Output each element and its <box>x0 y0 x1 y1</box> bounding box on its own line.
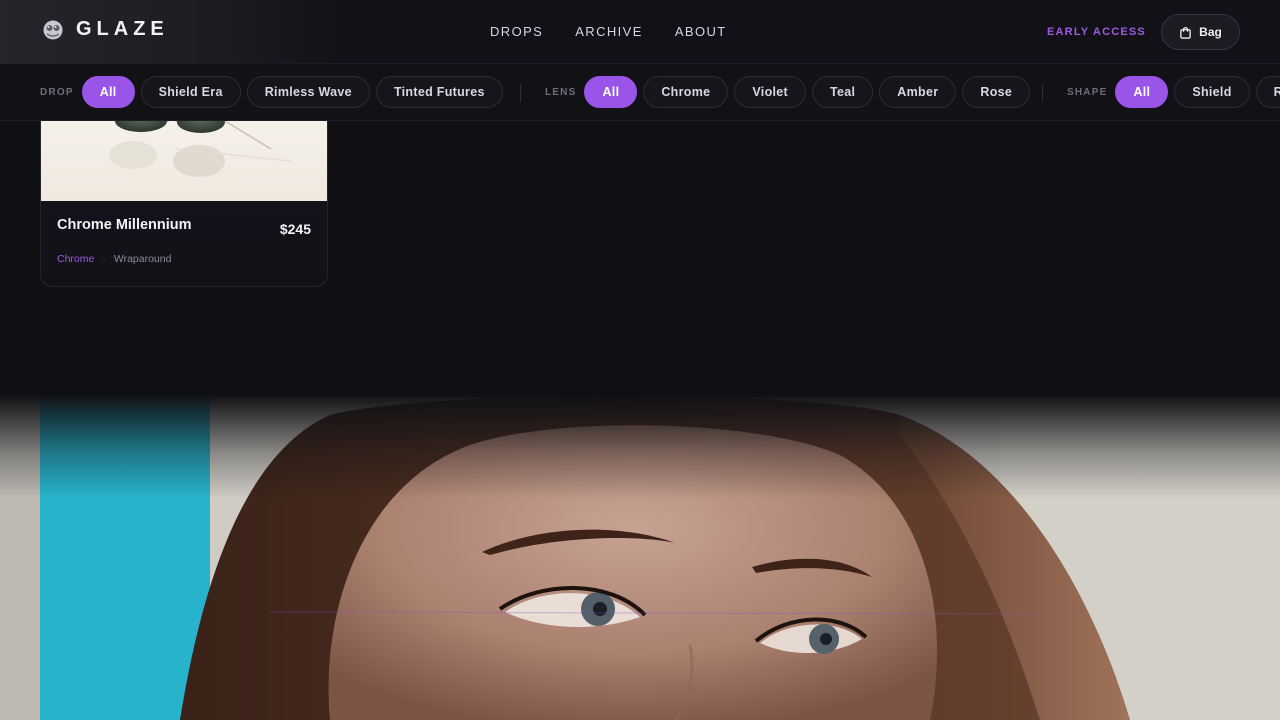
chip-drop-rimless-wave[interactable]: Rimless Wave <box>246 76 370 108</box>
bag-button[interactable]: Bag <box>1161 14 1240 50</box>
chip-lens-chrome[interactable]: Chrome <box>643 76 729 108</box>
chip-drop-all[interactable]: All <box>81 76 135 108</box>
nav-link-archive[interactable]: ARCHIVE <box>575 24 643 39</box>
nav-link-drops[interactable]: DROPS <box>490 24 543 39</box>
chip-shape-shield[interactable]: Shield <box>1174 76 1250 108</box>
product-lens-tag: Chrome <box>57 253 95 265</box>
chip-shape-partial[interactable]: Ri <box>1255 76 1280 108</box>
filter-group-lens: LENS All Chrome Violet Teal Amber Rose <box>545 76 1031 108</box>
filter-label-lens: LENS <box>545 86 577 98</box>
brand-logo-icon <box>43 20 63 39</box>
brand-name: GLAZE <box>76 18 169 40</box>
product-shape-tag: Wraparound <box>113 253 172 265</box>
filter-label-drop: DROP <box>40 86 74 98</box>
bag-label: Bag <box>1199 25 1222 39</box>
filter-divider <box>520 84 521 102</box>
product-price: $245 <box>279 221 311 237</box>
filter-group-shape: SHAPE All Shield Ri <box>1067 76 1280 108</box>
filter-label-shape: SHAPE <box>1067 86 1108 98</box>
chip-drop-shield-era[interactable]: Shield Era <box>140 76 241 108</box>
filter-divider <box>1042 84 1043 102</box>
nav-link-about[interactable]: ABOUT <box>675 24 727 39</box>
product-meta: Chrome · Wraparound <box>57 253 171 265</box>
chip-shape-all[interactable]: All <box>1115 76 1169 108</box>
filter-bar: DROP All Shield Era Rimless Wave Tinted … <box>0 64 1280 121</box>
top-navigation-bar: GLAZE DROPS ARCHIVE ABOUT EARLY ACCESS B… <box>0 0 1280 64</box>
chip-lens-teal[interactable]: Teal <box>812 76 874 108</box>
chip-lens-all[interactable]: All <box>584 76 638 108</box>
meta-separator: · <box>102 253 106 265</box>
brand[interactable]: GLAZE <box>42 18 169 41</box>
early-access-link[interactable]: EARLY ACCESS <box>1047 26 1146 38</box>
filter-group-drop: DROP All Shield Era Rimless Wave Tinted … <box>40 76 503 108</box>
main-nav: DROPS ARCHIVE ABOUT <box>490 24 727 39</box>
chip-lens-amber[interactable]: Amber <box>879 76 957 108</box>
shopping-bag-icon <box>1180 26 1191 39</box>
product-title[interactable]: Chrome Millennium <box>57 217 192 233</box>
chip-lens-violet[interactable]: Violet <box>734 76 806 108</box>
chip-lens-rose[interactable]: Rose <box>962 76 1031 108</box>
hero-portrait-image <box>0 395 1280 720</box>
chip-drop-tinted-futures[interactable]: Tinted Futures <box>375 76 503 108</box>
